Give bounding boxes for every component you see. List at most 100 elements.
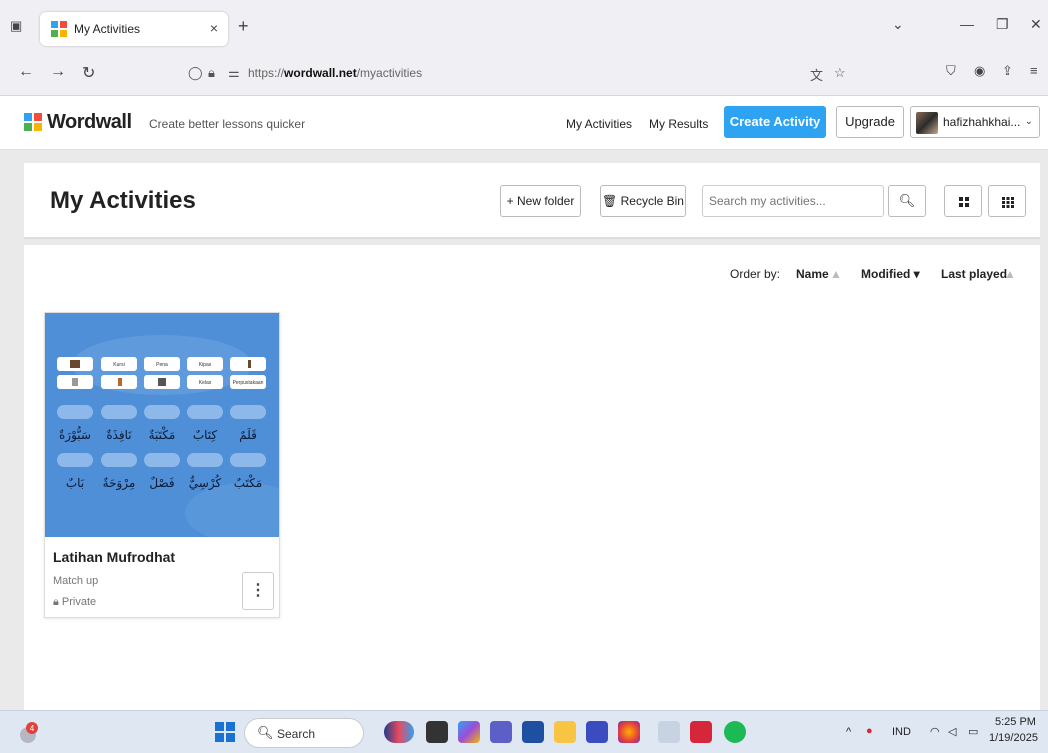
small-grid-icon: [1002, 197, 1014, 208]
new-tab-button[interactable]: +: [238, 16, 249, 37]
tray-app-icon[interactable]: ●: [866, 725, 873, 737]
thumb-arabic: سَبُّوْرَةٌ: [59, 426, 91, 443]
sort-arrow-icon: ▲: [1004, 267, 1016, 281]
firefox-icon[interactable]: [618, 721, 640, 743]
activity-card[interactable]: Kursi Pena Kipas Kelas Perpustakaan قَلَ…: [44, 312, 280, 618]
activity-menu-button[interactable]: ⋮: [242, 572, 274, 610]
copilot-icon[interactable]: [458, 721, 480, 743]
thumb-label: Pena: [156, 362, 168, 368]
chevron-down-icon[interactable]: ⌄: [892, 16, 904, 33]
small-grid-view-button[interactable]: [988, 185, 1026, 217]
shield-icon[interactable]: ◯: [188, 65, 203, 81]
taskbar-search[interactable]: 🔍︎ Search: [244, 718, 364, 748]
thumb-label: Kursi: [113, 362, 124, 368]
close-icon[interactable]: ×: [210, 20, 218, 36]
thumb-arabic: كُرْسِيٌّ: [189, 474, 222, 491]
chevron-up-icon[interactable]: ^: [846, 726, 851, 738]
account-icon[interactable]: ◉: [974, 63, 985, 79]
nav-my-results[interactable]: My Results: [649, 117, 708, 131]
thumb-label: Perpustakaan: [233, 380, 264, 386]
activity-title[interactable]: Latihan Mufrodhat: [53, 549, 175, 565]
lock-icon[interactable]: 🔒︎: [208, 65, 215, 81]
search-button[interactable]: 🔍︎: [888, 185, 926, 217]
pocket-icon[interactable]: ⛉: [946, 63, 956, 79]
user-menu-button[interactable]: hafizhahkhai... ⌄: [910, 106, 1040, 138]
thumb-arabic: مِرْوَحَةٌ: [103, 476, 136, 491]
permissions-icon[interactable]: ⚌: [228, 65, 240, 81]
thumb-arabic: فَصْلٌ: [149, 475, 174, 490]
more-vertical-icon: ⋮: [250, 582, 266, 599]
logo-text: Wordwall: [47, 111, 132, 133]
site-header: Wordwall Create better lessons quicker M…: [0, 96, 1048, 150]
spotify-icon[interactable]: [724, 721, 746, 743]
nav-my-activities[interactable]: My Activities: [566, 117, 632, 131]
thumb-label: Kipas: [199, 362, 212, 368]
sort-arrow-icon: ▲: [830, 267, 842, 281]
activity-thumbnail[interactable]: Kursi Pena Kipas Kelas Perpustakaan قَلَ…: [45, 313, 279, 537]
content-panel: Order by: Name ▲ Modified ▾ Last played …: [24, 245, 1040, 710]
translate-icon[interactable]: 文: [810, 65, 823, 84]
menu-icon[interactable]: ≡: [1030, 63, 1038, 78]
restore-icon[interactable]: ❐: [996, 16, 1009, 33]
copilot-app-icon[interactable]: [384, 721, 414, 743]
activity-privacy: 🔒︎ Private: [53, 596, 97, 608]
tab-title: My Activities: [74, 22, 141, 36]
thumb-label: Kelas: [199, 380, 212, 386]
order-by-modified[interactable]: Modified ▾: [861, 267, 920, 281]
clock-time[interactable]: 5:25 PM: [995, 716, 1036, 728]
tagline: Create better lessons quicker: [149, 117, 306, 131]
thumb-arabic: قَلَمٌ: [239, 427, 257, 442]
tab-list-icon[interactable]: ▣: [10, 18, 26, 34]
page-title: My Activities: [50, 187, 196, 214]
photos-icon[interactable]: [658, 721, 680, 743]
store-icon[interactable]: [522, 721, 544, 743]
thumb-arabic: نَافِذَةٌ: [106, 428, 132, 442]
title-panel: My Activities + New folder 🗑 Recycle Bin…: [24, 163, 1040, 239]
volume-icon[interactable]: ◁: [948, 725, 956, 738]
nav-bar: ← → ↻ ◯ 🔒︎ ⚌ https://wordwall.net/myacti…: [0, 55, 1048, 91]
user-name: hafizhahkhai...: [943, 115, 1021, 129]
battery-icon[interactable]: ▭: [968, 725, 978, 738]
order-by-last-played[interactable]: Last played: [941, 267, 1007, 281]
order-by-name[interactable]: Name: [796, 267, 829, 281]
share-icon[interactable]: ⇪: [1002, 63, 1013, 79]
back-icon[interactable]: ←: [18, 63, 34, 81]
app-icon[interactable]: [586, 721, 608, 743]
browser-chrome: ▣ My Activities × + ⌄ — ❐ ✕ ← → ↻ ◯ 🔒︎ ⚌…: [0, 0, 1048, 96]
tab-my-activities[interactable]: My Activities ×: [40, 12, 228, 46]
search-icon: 🔍︎: [257, 725, 274, 740]
order-by-label: Order by:: [730, 267, 781, 281]
window-close-icon[interactable]: ✕: [1030, 16, 1042, 33]
taskbar: 4 🔍︎ Search ^ ● IND ◠ ◁ ▭ 5:25 PM 1/19/2…: [0, 710, 1048, 753]
upgrade-button[interactable]: Upgrade: [836, 106, 904, 138]
forward-icon[interactable]: →: [50, 63, 66, 81]
file-explorer-icon[interactable]: [554, 721, 576, 743]
recycle-bin-button[interactable]: 🗑 Recycle Bin: [600, 185, 686, 217]
lock-icon: 🔒︎: [53, 596, 59, 608]
app-red-icon[interactable]: [690, 721, 712, 743]
create-activity-button[interactable]: Create Activity: [724, 106, 826, 138]
wordwall-favicon-icon: [51, 21, 67, 37]
language-indicator[interactable]: IND: [892, 726, 911, 738]
thumb-arabic: كِتَابٌ: [193, 428, 218, 442]
new-folder-button[interactable]: + New folder: [500, 185, 581, 217]
wifi-icon[interactable]: ◠: [930, 725, 940, 738]
minimize-icon[interactable]: —: [960, 16, 974, 32]
large-grid-view-button[interactable]: [944, 185, 982, 217]
large-grid-icon: [959, 197, 969, 207]
clock-date[interactable]: 1/19/2025: [989, 732, 1038, 744]
url-text: https://wordwall.net/myactivities: [248, 66, 423, 80]
reload-icon[interactable]: ↻: [82, 63, 95, 83]
task-view-icon[interactable]: [426, 721, 448, 743]
thumb-arabic: مَكْتَبَةٌ: [149, 426, 176, 442]
notification-count: 4: [30, 724, 35, 733]
weather-widget-icon[interactable]: 4: [16, 721, 40, 743]
bookmark-star-icon[interactable]: ☆: [834, 65, 846, 81]
wordwall-logo-icon: [24, 113, 42, 131]
windows-start-icon[interactable]: [214, 721, 236, 743]
teams-icon[interactable]: [490, 721, 512, 743]
url-bar[interactable]: ◯ 🔒︎ ⚌ https://wordwall.net/myactivities…: [178, 58, 858, 88]
taskbar-search-label: Search: [277, 727, 316, 741]
search-input[interactable]: [702, 185, 884, 217]
avatar: [916, 112, 938, 134]
